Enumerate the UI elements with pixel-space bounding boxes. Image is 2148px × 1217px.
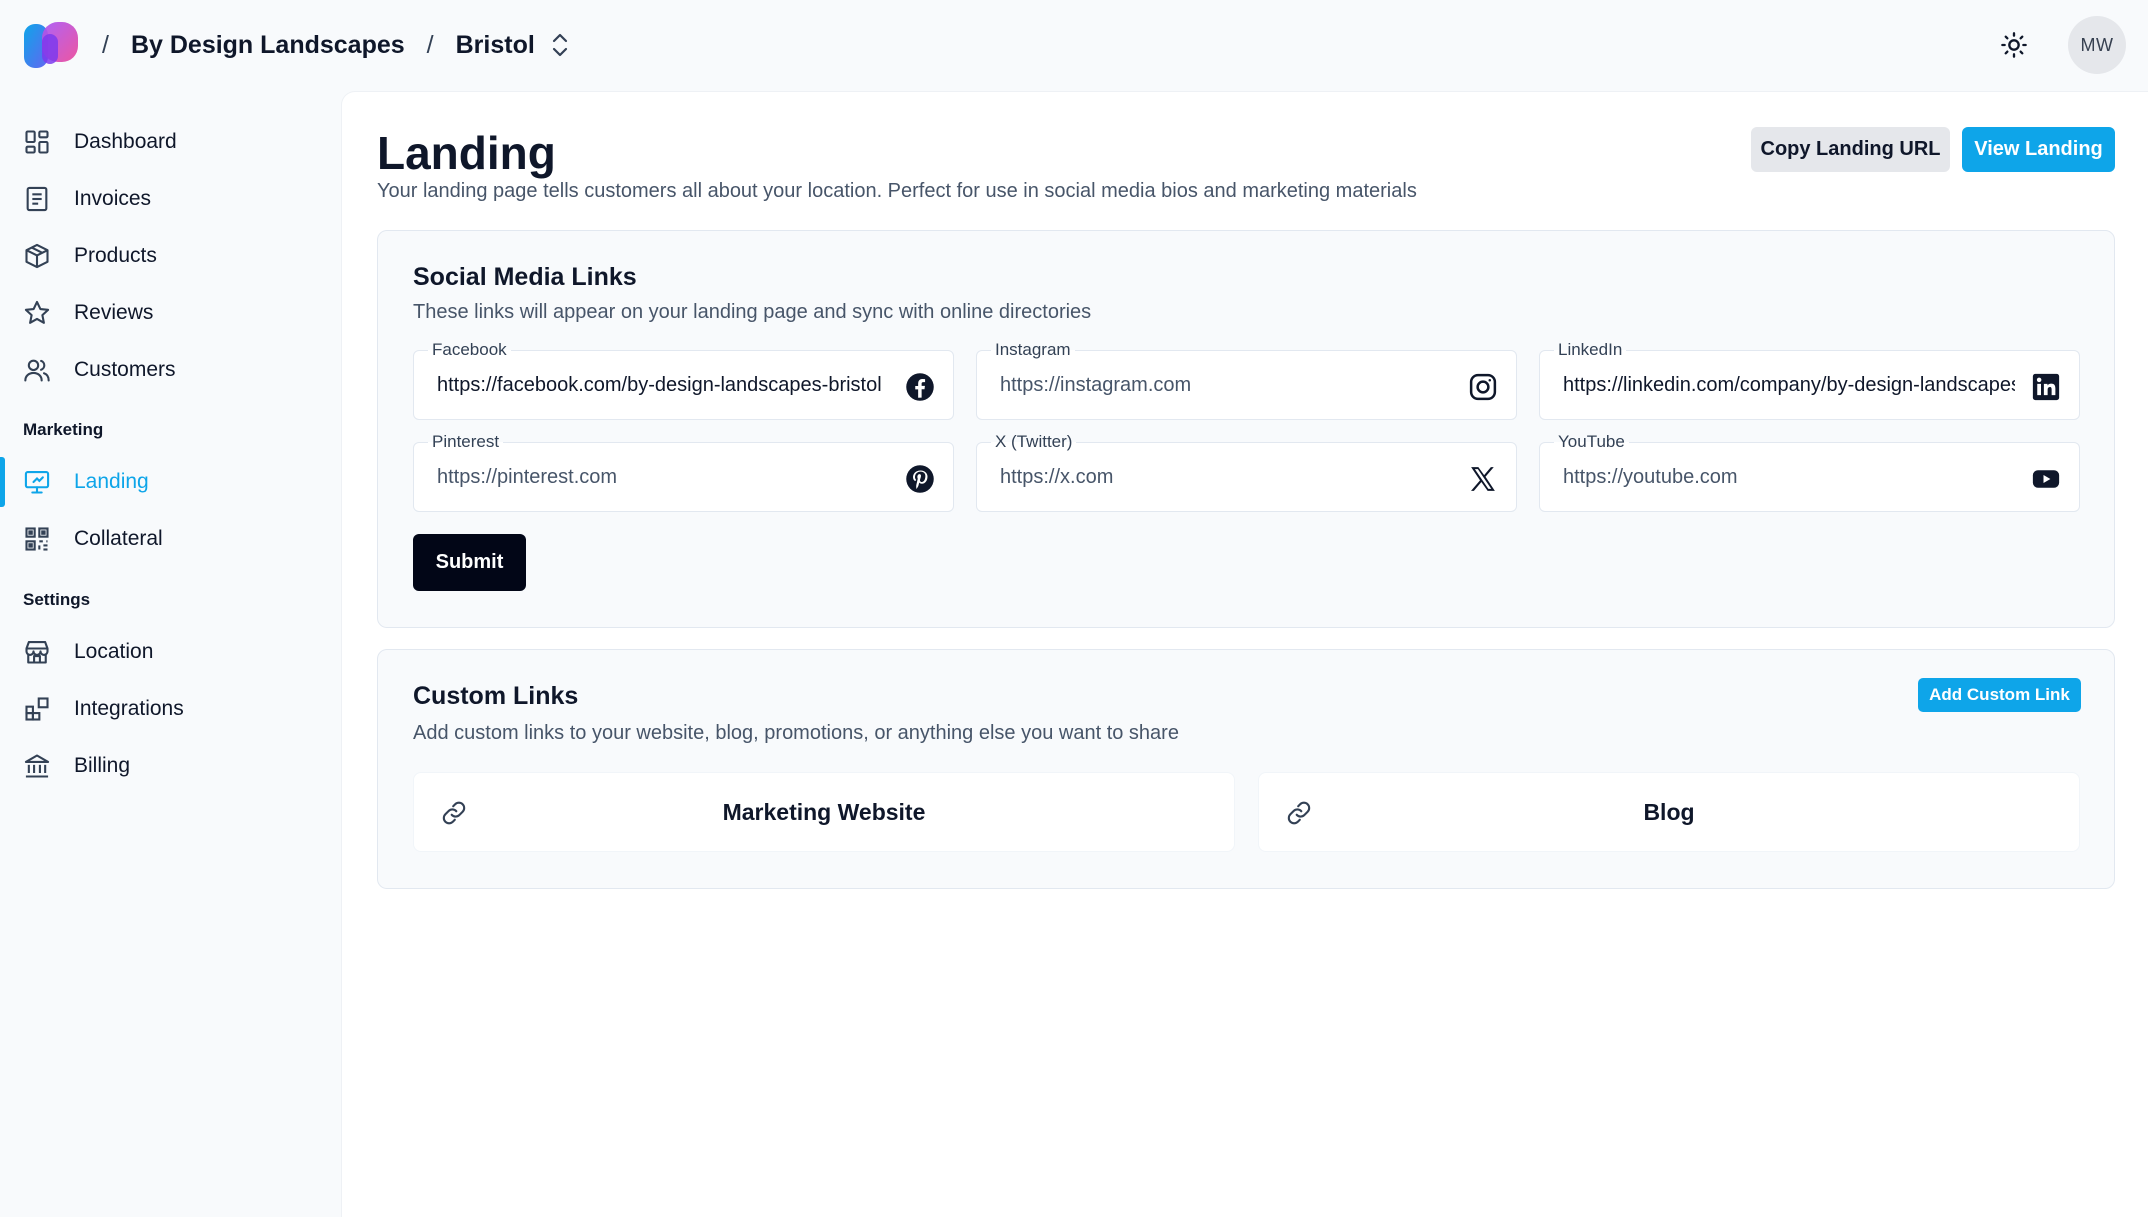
sidebar-item-label: Billing [74,754,131,777]
monitor-icon [22,467,52,497]
pinterest-label: Pinterest [428,432,504,452]
sidebar-item-landing[interactable]: Landing [0,457,340,507]
instagram-icon [1467,371,1499,403]
link-icon [1283,797,1315,829]
sun-icon[interactable] [1996,27,2032,63]
star-icon [22,298,52,328]
add-custom-link-button[interactable]: Add Custom Link [1918,678,2081,712]
youtube-input[interactable] [1563,460,2015,494]
avatar[interactable]: MW [2068,16,2126,74]
facebook-input[interactable] [437,368,889,402]
page-subtitle: Your landing page tells customers all ab… [377,180,1417,202]
x-twitter-label: X (Twitter) [991,432,1077,452]
facebook-icon [904,371,936,403]
sidebar-item-label: Customers [74,358,176,381]
sidebar: Dashboard Invoices Products Reviews Cust… [0,90,340,1217]
top-bar: / By Design Landscapes / Bristol MW [0,0,2148,90]
bank-icon [22,751,52,781]
sidebar-item-collateral[interactable]: Collateral [0,514,340,564]
chevron-up-down-icon[interactable] [549,32,571,58]
page-title: Landing [377,127,556,179]
sidebar-item-label: Products [74,244,157,267]
store-icon [22,637,52,667]
x-twitter-input[interactable] [1000,460,1452,494]
instagram-input[interactable] [1000,368,1452,402]
view-landing-button[interactable]: View Landing [1962,127,2115,172]
sidebar-item-label: Dashboard [74,130,177,153]
sidebar-item-label: Integrations [74,697,184,720]
pinterest-icon [904,463,936,495]
pinterest-input[interactable] [437,460,889,494]
youtube-field: YouTube [1539,432,2080,512]
link-icon [438,797,470,829]
instagram-field: Instagram [976,340,1517,420]
breadcrumb-separator: / [102,30,109,59]
package-icon [22,241,52,271]
custom-link-label: Blog [1643,798,1695,825]
custom-link-marketing-website[interactable]: Marketing Website [413,772,1235,852]
custom-links-title: Custom Links [413,682,579,710]
breadcrumb-company[interactable]: By Design Landscapes [131,31,405,60]
custom-links-description: Add custom links to your website, blog, … [413,722,1179,744]
sidebar-item-label: Collateral [74,527,163,550]
sidebar-item-label: Reviews [74,301,154,324]
instagram-label: Instagram [991,340,1075,360]
integrations-icon [22,694,52,724]
social-media-links-title: Social Media Links [413,263,637,291]
app-logo[interactable] [22,20,80,70]
pinterest-field: Pinterest [413,432,954,512]
top-bar-actions: MW [1996,16,2126,74]
social-media-links-description: These links will appear on your landing … [413,301,1092,323]
sidebar-item-label: Location [74,640,154,663]
linkedin-field: LinkedIn [1539,340,2080,420]
submit-button[interactable]: Submit [413,534,526,591]
sidebar-item-label: Landing [74,470,149,493]
main-content: Landing Your landing page tells customer… [341,91,2148,1217]
facebook-label: Facebook [428,340,511,360]
copy-landing-url-button[interactable]: Copy Landing URL [1751,127,1950,172]
breadcrumb-location[interactable]: Bristol [456,31,535,60]
sidebar-section-settings: Settings [23,590,91,609]
sidebar-item-dashboard[interactable]: Dashboard [0,117,340,167]
linkedin-label: LinkedIn [1554,340,1627,360]
dashboard-icon [22,127,52,157]
sidebar-item-invoices[interactable]: Invoices [0,174,340,224]
youtube-icon [2030,463,2062,495]
facebook-field: Facebook [413,340,954,420]
sidebar-item-products[interactable]: Products [0,231,340,281]
sidebar-item-customers[interactable]: Customers [0,345,340,395]
linkedin-icon [2030,371,2062,403]
sidebar-item-integrations[interactable]: Integrations [0,684,340,734]
x-twitter-field: X (Twitter) [976,432,1517,512]
invoice-icon [22,184,52,214]
sidebar-item-location[interactable]: Location [0,627,340,677]
custom-links-card: Custom Links Add custom links to your we… [377,649,2115,889]
sidebar-item-label: Invoices [74,187,152,210]
custom-link-label: Marketing Website [722,798,926,825]
linkedin-input[interactable] [1563,368,2015,402]
x-icon [1467,463,1499,495]
users-icon [22,355,52,385]
sidebar-section-marketing: Marketing [23,420,104,439]
sidebar-item-billing[interactable]: Billing [0,741,340,791]
youtube-label: YouTube [1554,432,1629,452]
custom-link-blog[interactable]: Blog [1258,772,2080,852]
breadcrumb-separator: / [426,30,434,59]
social-media-links-card: Social Media Links These links will appe… [377,230,2115,628]
sidebar-item-reviews[interactable]: Reviews [0,288,340,338]
qr-code-icon [22,524,52,554]
